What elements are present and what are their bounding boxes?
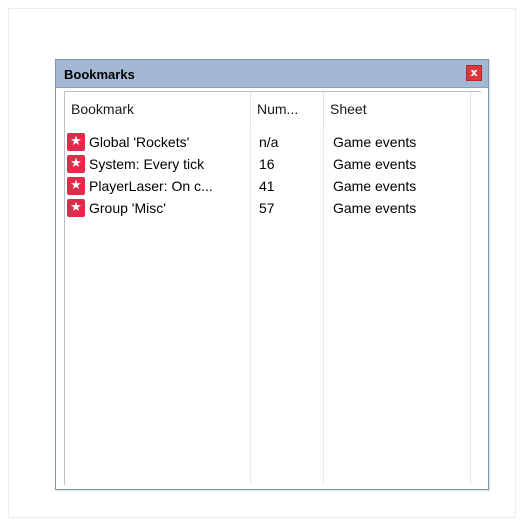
column-header-number[interactable]: Num... [251, 92, 324, 127]
column-header-sheet[interactable]: Sheet [324, 92, 471, 127]
list-header: Bookmark Num... Sheet [65, 92, 481, 127]
list-item[interactable]: ★ PlayerLaser: On c... 41 Game events [65, 175, 481, 197]
bookmark-number: 41 [259, 178, 275, 194]
bookmark-star-icon: ★ [67, 155, 85, 173]
panel-titlebar[interactable]: Bookmarks x [56, 60, 488, 88]
bookmark-name: Global 'Rockets' [89, 134, 190, 150]
list-item[interactable]: ★ Global 'Rockets' n/a Game events [65, 131, 481, 153]
bookmark-sheet: Game events [333, 200, 417, 216]
bookmark-star-icon: ★ [67, 133, 85, 151]
bookmark-list[interactable]: Bookmark Num... Sheet ★ Global 'Rockets'… [64, 91, 481, 485]
bookmark-sheet: Game events [333, 134, 417, 150]
bookmark-name: System: Every tick [89, 156, 205, 172]
column-header-bookmark[interactable]: Bookmark [65, 92, 251, 127]
bookmark-number: 57 [259, 200, 275, 216]
bookmark-name: PlayerLaser: On c... [89, 178, 213, 194]
bookmark-number: n/a [259, 134, 279, 150]
bookmarks-panel: Bookmarks x Bookmark Num... Sheet ★ Glob… [55, 59, 489, 490]
list-item[interactable]: ★ System: Every tick 16 Game events [65, 153, 481, 175]
bookmark-star-icon: ★ [67, 177, 85, 195]
bookmark-name: Group 'Misc' [89, 200, 166, 216]
bookmark-sheet: Game events [333, 156, 417, 172]
close-button[interactable]: x [466, 65, 482, 81]
panel-title: Bookmarks [64, 67, 135, 82]
bookmark-number: 16 [259, 156, 275, 172]
list-item[interactable]: ★ Group 'Misc' 57 Game events [65, 197, 481, 219]
bookmark-sheet: Game events [333, 178, 417, 194]
bookmark-star-icon: ★ [67, 199, 85, 217]
